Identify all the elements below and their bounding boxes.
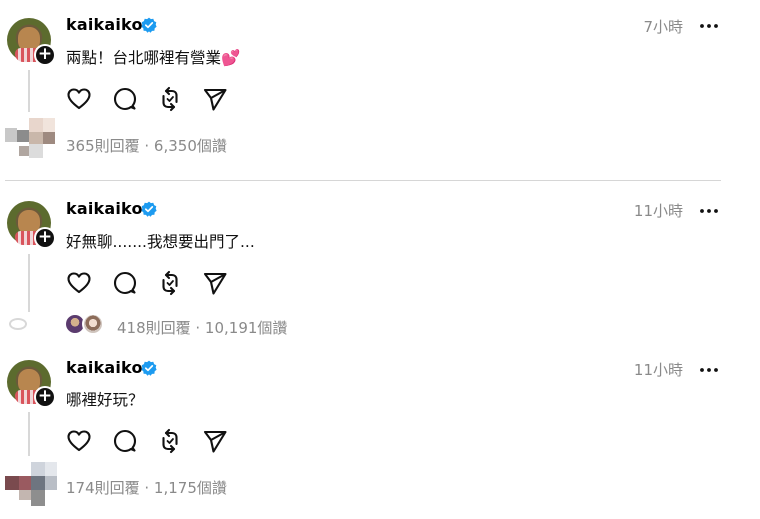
plus-icon[interactable]: + xyxy=(34,386,56,408)
post-divider xyxy=(5,180,721,181)
heart-icon[interactable] xyxy=(66,428,92,454)
username[interactable]: kaikaiko xyxy=(66,358,143,377)
pixel xyxy=(5,476,19,490)
thread-line xyxy=(28,70,30,112)
two-hearts-emoji: 💕 xyxy=(221,49,241,67)
post-actions xyxy=(66,86,246,112)
post-stats[interactable]: 174則回覆 · 1,175個讚 xyxy=(66,477,227,498)
comment-icon[interactable] xyxy=(112,270,138,296)
comment-icon[interactable] xyxy=(112,428,138,454)
pixel xyxy=(19,476,31,490)
comment-icon[interactable] xyxy=(112,86,138,112)
pixel xyxy=(29,118,43,132)
more-dots-icon[interactable] xyxy=(699,23,719,29)
replier-avatar[interactable] xyxy=(82,313,104,335)
post-time[interactable]: 11小時 xyxy=(613,359,683,380)
pixel xyxy=(43,118,55,132)
avatar[interactable]: + xyxy=(7,360,56,408)
post-actions xyxy=(66,270,246,296)
pixel xyxy=(31,462,45,476)
verified-badge-icon xyxy=(141,17,157,33)
avatar[interactable]: + xyxy=(7,18,56,66)
replier-avatars[interactable] xyxy=(5,118,57,168)
pixel xyxy=(17,130,29,142)
post-text: 好無聊.......我想要出門了... xyxy=(66,233,255,251)
pixel xyxy=(29,144,43,158)
post-text: 兩點！台北哪裡有營業💕 xyxy=(66,46,240,68)
thread-line xyxy=(28,254,30,312)
post-stats[interactable]: 418則回覆 · 10,191個讚 xyxy=(117,317,287,338)
thread-line xyxy=(28,412,30,456)
replier-avatars[interactable] xyxy=(5,460,57,512)
post-text: 哪裡好玩？ xyxy=(66,391,144,409)
pixel xyxy=(31,490,45,506)
avatar[interactable]: + xyxy=(7,201,56,249)
plus-icon[interactable]: + xyxy=(34,227,56,249)
heart-icon[interactable] xyxy=(66,270,92,296)
pixel xyxy=(19,146,29,156)
pixel xyxy=(45,462,57,476)
pixel xyxy=(45,476,57,490)
repost-icon[interactable] xyxy=(157,86,183,112)
pixel xyxy=(29,132,43,144)
plus-icon[interactable]: + xyxy=(34,44,56,66)
heart-icon[interactable] xyxy=(66,86,92,112)
username[interactable]: kaikaiko xyxy=(66,199,143,218)
post-time[interactable]: 11小時 xyxy=(613,200,683,221)
send-icon[interactable] xyxy=(202,270,228,296)
post-time[interactable]: 7小時 xyxy=(613,16,683,37)
pixel xyxy=(19,490,31,500)
post-text-body: 兩點！台北哪裡有營業 xyxy=(66,49,222,67)
repost-icon[interactable] xyxy=(157,428,183,454)
repost-icon[interactable] xyxy=(157,270,183,296)
pixel xyxy=(31,476,45,490)
verified-badge-icon xyxy=(141,201,157,217)
pixel xyxy=(5,128,17,142)
send-icon[interactable] xyxy=(202,428,228,454)
pixel xyxy=(43,132,55,144)
post-actions xyxy=(66,428,246,454)
send-icon[interactable] xyxy=(202,86,228,112)
post-stats[interactable]: 365則回覆 · 6,350個讚 xyxy=(66,135,227,156)
thread-loop xyxy=(9,318,27,330)
verified-badge-icon xyxy=(141,360,157,376)
username[interactable]: kaikaiko xyxy=(66,15,143,34)
more-dots-icon[interactable] xyxy=(699,367,719,373)
more-dots-icon[interactable] xyxy=(699,208,719,214)
